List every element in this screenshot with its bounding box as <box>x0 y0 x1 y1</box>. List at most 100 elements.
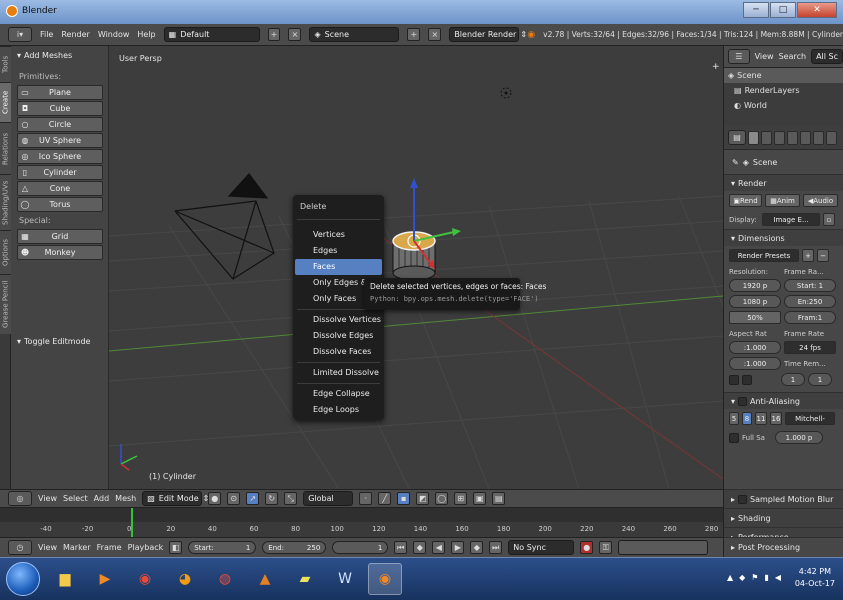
add-cone-button[interactable]: △ Cone <box>17 181 103 196</box>
time-remap-old-field[interactable]: 1 <box>781 373 805 386</box>
timeline-view-menu[interactable]: View <box>38 543 57 552</box>
world-tab-icon[interactable] <box>787 130 798 145</box>
manipulator-translate-icon[interactable]: ↗ <box>246 492 260 505</box>
aa-samples-8[interactable]: 8 <box>742 412 752 425</box>
frame-end-field[interactable]: En:250 <box>784 295 836 308</box>
menu-item-edge-loops[interactable]: Edge Loops <box>295 402 382 418</box>
menu-help[interactable]: Help <box>137 30 155 39</box>
minimize-button[interactable]: ─ <box>743 2 769 18</box>
interaction-mode-dropdown[interactable]: ▧ Edit Mode ⇕ <box>142 491 209 506</box>
start-frame-field[interactable]: Start: 1 <box>188 541 257 554</box>
render-audio-button[interactable]: ◀ Audio <box>803 194 839 207</box>
limit-selection-icon[interactable]: ◩ <box>416 492 430 505</box>
tab-create[interactable]: Create <box>0 82 11 122</box>
add-cylinder-button[interactable]: ▯ Cylinder <box>17 165 103 180</box>
action-center-flag-icon[interactable]: ⚑ <box>751 573 758 582</box>
current-frame-cursor[interactable] <box>131 508 133 538</box>
outliner-row-renderlayers[interactable]: ▤ RenderLayers <box>724 83 843 98</box>
add-uv-sphere-button[interactable]: ◍ UV Sphere <box>17 133 103 148</box>
network-icon[interactable]: ▮ <box>764 573 768 582</box>
outliner-editor-type-button[interactable]: ☰ <box>728 49 750 64</box>
menu-file[interactable]: File <box>40 30 53 39</box>
layout-dropdown[interactable]: ▦ Default <box>163 27 260 42</box>
add-ico-sphere-button[interactable]: ◎ Ico Sphere <box>17 149 103 164</box>
blender-taskbar-icon[interactable]: ◉ <box>368 563 402 595</box>
scene-tab-icon[interactable] <box>774 130 785 145</box>
crop-checkbox[interactable] <box>742 374 752 385</box>
vertex-select-mode-icon[interactable]: · <box>359 492 373 505</box>
remove-scene-button[interactable]: × <box>428 28 442 41</box>
system-clock[interactable]: 4:42 PM 04-Oct-17 <box>795 566 835 590</box>
data-tab-icon[interactable] <box>826 130 837 145</box>
menu-item-dissolve-edges[interactable]: Dissolve Edges <box>295 328 382 344</box>
jump-end-icon[interactable]: ⏭ <box>489 541 503 554</box>
resolution-y-field[interactable]: 1080 p <box>729 295 781 308</box>
editor-type-button[interactable]: i▾ <box>8 27 32 42</box>
outliner-row-scene[interactable]: ◈ Scene <box>724 68 843 83</box>
word-icon[interactable]: W <box>328 563 362 595</box>
add-monkey-button[interactable]: ☻ Monkey <box>17 245 103 260</box>
chrome-icon[interactable]: ◍ <box>208 563 242 595</box>
record-icon[interactable]: ● <box>580 541 594 554</box>
dimensions-panel-header[interactable]: ▾ Dimensions <box>724 229 843 246</box>
menu-window[interactable]: Window <box>98 30 130 39</box>
3d-view-editor-type-button[interactable]: ◎ <box>8 491 32 506</box>
select-menu[interactable]: Select <box>63 494 88 503</box>
post-processing-panel-header[interactable]: ▸ Post Processing <box>723 537 843 557</box>
add-preset-button[interactable]: + <box>802 249 814 262</box>
add-torus-button[interactable]: ◯ Torus <box>17 197 103 212</box>
anti-aliasing-panel-header[interactable]: ▾ Anti-Aliasing <box>724 392 843 409</box>
menu-item-limited-dissolve[interactable]: Limited Dissolve <box>295 365 382 381</box>
edge-select-mode-icon[interactable]: ╱ <box>378 492 392 505</box>
proportional-editing-icon[interactable]: ◯ <box>435 492 449 505</box>
menu-item-dissolve-faces[interactable]: Dissolve Faces <box>295 344 382 360</box>
paint-app-icon[interactable]: ◉ <box>128 563 162 595</box>
render-panel-header[interactable]: ▾ Render <box>724 174 843 191</box>
timeline[interactable]: -40 -20 0 20 40 60 80 100 120 140 160 180 200 220 240 2… <box>0 507 723 538</box>
menu-item-faces[interactable]: Faces <box>295 259 382 275</box>
prev-keyframe-icon[interactable]: ◆ <box>413 541 427 554</box>
snap-icon[interactable]: ⊞ <box>454 492 468 505</box>
aspect-x-field[interactable]: :1.000 <box>729 341 781 354</box>
keying-set-icon[interactable]: ⚿ <box>599 541 613 554</box>
properties-toggle-plus-icon[interactable]: + <box>712 62 720 72</box>
aa-filter-dropdown[interactable]: Mitchell- <box>785 412 835 425</box>
full-sample-checkbox[interactable] <box>729 432 739 443</box>
sampled-motion-blur-panel-header[interactable]: ▸ Sampled Motion Blur <box>724 489 843 508</box>
add-cube-button[interactable]: ◘ Cube <box>17 101 103 116</box>
opengl-render-image-icon[interactable]: ▣ <box>473 492 487 505</box>
keying-set-field[interactable] <box>618 540 709 555</box>
preview-range-icon[interactable]: ◧ <box>169 541 183 554</box>
pivot-point-icon[interactable]: ⊙ <box>227 492 241 505</box>
motion-blur-checkbox[interactable] <box>738 494 748 504</box>
aspect-y-field[interactable]: :1.000 <box>729 357 781 370</box>
properties-editor-type-button[interactable]: ▤ <box>728 130 746 145</box>
modifier-tab-wrench-icon[interactable] <box>813 130 824 145</box>
add-grid-button[interactable]: ▦ Grid <box>17 229 103 244</box>
media-player-icon[interactable]: ▶ <box>88 563 122 595</box>
add-circle-button[interactable]: ○ Circle <box>17 117 103 132</box>
remove-layout-button[interactable]: × <box>288 28 302 41</box>
anti-aliasing-checkbox[interactable] <box>738 396 748 406</box>
aa-samples-16[interactable]: 16 <box>770 412 782 425</box>
tab-options[interactable]: Options <box>0 230 11 274</box>
display-dropdown[interactable]: Image E... <box>762 213 820 226</box>
jump-start-icon[interactable]: ⏮ <box>394 541 408 554</box>
timeline-editor-type-button[interactable]: ◷ <box>8 540 32 555</box>
menu-item-edge-collapse[interactable]: Edge Collapse <box>295 386 382 402</box>
outliner-row-world[interactable]: ◐ World <box>724 98 843 113</box>
timeline-scrub-area[interactable] <box>0 508 723 522</box>
tray-expand-icon[interactable]: ▲ <box>727 573 733 582</box>
outliner-search-menu[interactable]: Search <box>779 52 806 61</box>
tab-relations[interactable]: Relations <box>0 122 11 174</box>
file-explorer-icon[interactable]: ▆ <box>48 563 82 595</box>
menu-item-dissolve-vertices[interactable]: Dissolve Vertices <box>295 312 382 328</box>
tab-grease-pencil[interactable]: Grease Pencil <box>0 274 11 334</box>
current-frame-field[interactable]: 1 <box>332 541 389 554</box>
3d-viewport[interactable]: User Persp (1) Cylinder + <box>109 46 723 489</box>
mesh-menu[interactable]: Mesh <box>115 494 136 503</box>
menu-item-edges[interactable]: Edges <box>295 243 382 259</box>
menu-item-vertices[interactable]: Vertices <box>295 227 382 243</box>
render-tab-camera-icon[interactable] <box>748 130 759 145</box>
render-layers-tab-icon[interactable] <box>761 130 772 145</box>
